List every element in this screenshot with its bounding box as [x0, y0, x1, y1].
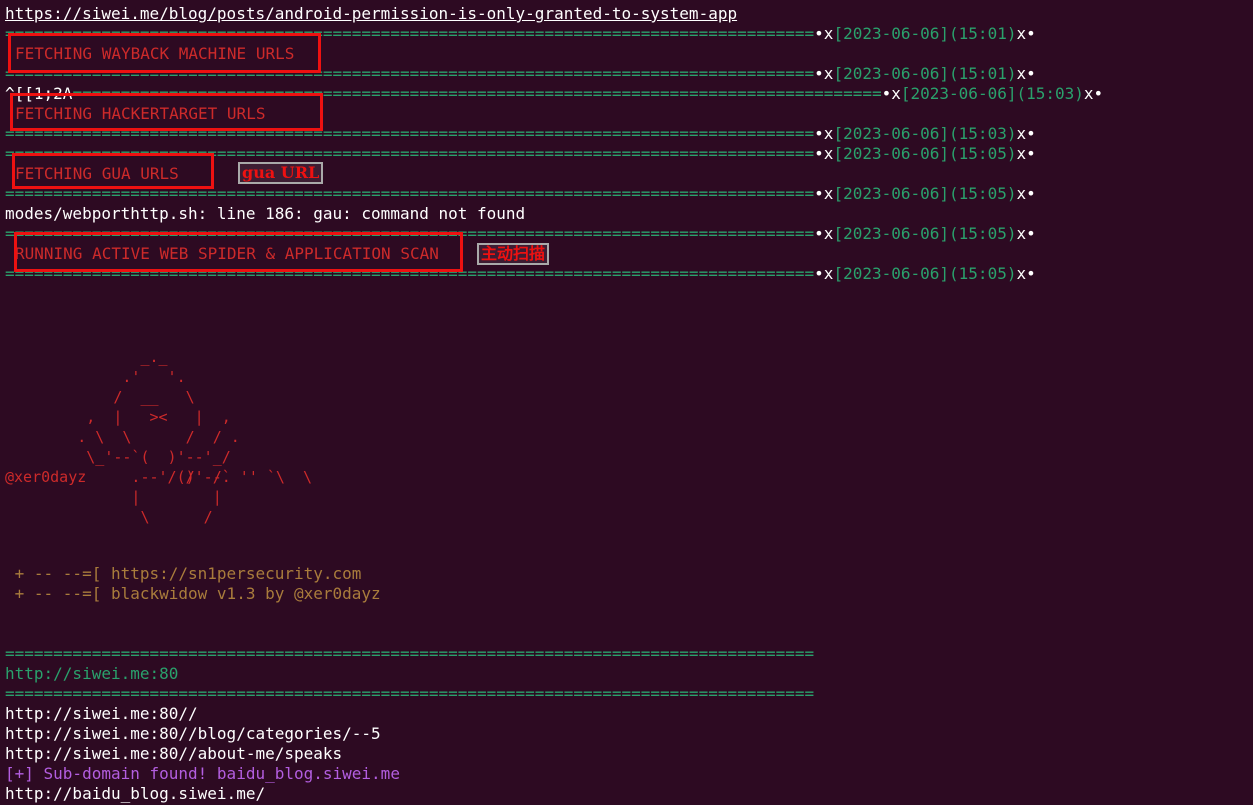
crawled-url[interactable]: http://baidu_blog.siwei.me/ — [5, 784, 265, 804]
timestamp: [2023-06-06](15:03) — [833, 124, 1017, 143]
bullet: • — [814, 24, 824, 43]
x-mark: x — [1083, 84, 1094, 103]
bullet: • — [881, 84, 892, 103]
bullet: • — [1026, 24, 1036, 43]
x-mark: x — [1016, 124, 1027, 143]
timestamp: [2023-06-06](15:05) — [833, 224, 1017, 243]
timestamp: [2023-06-06](15:01) — [833, 24, 1017, 43]
bullet: • — [1026, 64, 1036, 83]
subdomain-found-line: [+] Sub-domain found! baidu_blog.siwei.m… — [5, 764, 400, 783]
bullet: • — [1026, 264, 1036, 283]
bullet: • — [814, 184, 824, 203]
x-mark: x — [1016, 144, 1027, 163]
x-mark: x — [1016, 64, 1027, 83]
crawled-url[interactable]: http://siwei.me:80// — [5, 704, 198, 724]
bullet: • — [1093, 84, 1104, 103]
timestamp: [2023-06-06](15:05) — [833, 144, 1017, 163]
ascii-line: / /` '' `\ \ — [86, 468, 313, 486]
ascii-line: \ / — [5, 508, 213, 526]
bullet: • — [814, 224, 824, 243]
x-mark: x — [823, 64, 834, 83]
ascii-line: . \ \ / / . — [5, 428, 240, 446]
x-mark: x — [1016, 184, 1027, 203]
x-mark: x — [1016, 24, 1027, 43]
x-mark: x — [823, 124, 834, 143]
timestamp: [2023-06-06](15:03) — [900, 84, 1084, 103]
ascii-line: \_'--`( )'--'_/ — [5, 448, 231, 466]
ascii-line: / __ \ — [5, 388, 195, 406]
active-scan-annotation: 主动扫描 — [477, 243, 550, 265]
bullet: • — [814, 144, 824, 163]
separator-line-short: ========================================… — [5, 684, 815, 703]
x-mark: x — [1016, 264, 1027, 283]
bullet: • — [814, 124, 824, 143]
x-mark: x — [1016, 224, 1027, 243]
bullet: • — [1026, 144, 1036, 163]
ascii-line: , | >< | , — [5, 408, 231, 426]
banner-site-line: + -- --=[ https://sn1persecurity.com — [5, 564, 362, 583]
timestamp: [2023-06-06](15:05) — [833, 264, 1017, 283]
handle-label: @xer0dayz — [5, 468, 87, 486]
ascii-line: _._ — [5, 348, 168, 366]
separator-line-short: ========================================… — [5, 644, 815, 663]
bullet: • — [1026, 184, 1036, 203]
bullet: • — [1026, 124, 1036, 143]
bullet: • — [814, 264, 824, 283]
spider-ascii-art: _._ .' '. / __ \ , | >< | , . \ \ / / . … — [5, 327, 240, 487]
gua-url-annotation: gua URL — [238, 162, 324, 184]
highlight-box-gua — [12, 153, 214, 189]
ascii-line: .' '. — [5, 368, 186, 386]
timestamp: [2023-06-06](15:01) — [833, 64, 1017, 83]
error-line: modes/webporthttp.sh: line 186: gau: com… — [5, 204, 526, 223]
x-mark: x — [823, 24, 834, 43]
bullet: • — [1026, 224, 1036, 243]
ascii-line: | | — [5, 488, 222, 506]
x-mark: x — [823, 224, 834, 243]
highlight-box-active-scan — [14, 232, 463, 272]
crawled-url[interactable]: http://siwei.me:80//blog/categories/--5 — [5, 724, 381, 744]
timestamp: [2023-06-06](15:05) — [833, 184, 1017, 203]
highlight-box-wayback — [8, 33, 321, 73]
x-mark: x — [823, 264, 834, 283]
x-mark: x — [823, 144, 834, 163]
target-host: http://siwei.me:80 — [5, 664, 179, 683]
x-mark: x — [891, 84, 901, 103]
crawled-url[interactable]: http://siwei.me:80//about-me/speaks — [5, 744, 342, 764]
top-url[interactable]: https://siwei.me/blog/posts/android-perm… — [5, 4, 737, 24]
highlight-box-hackertarget — [10, 93, 323, 131]
spider-ascii-art-lower: @xer0dayz / /` '' `\ \ | | \ / — [5, 467, 312, 527]
banner-version-line: + -- --=[ blackwidow v1.3 by @xer0dayz — [5, 584, 381, 603]
bullet: • — [814, 64, 824, 83]
x-mark: x — [823, 184, 834, 203]
